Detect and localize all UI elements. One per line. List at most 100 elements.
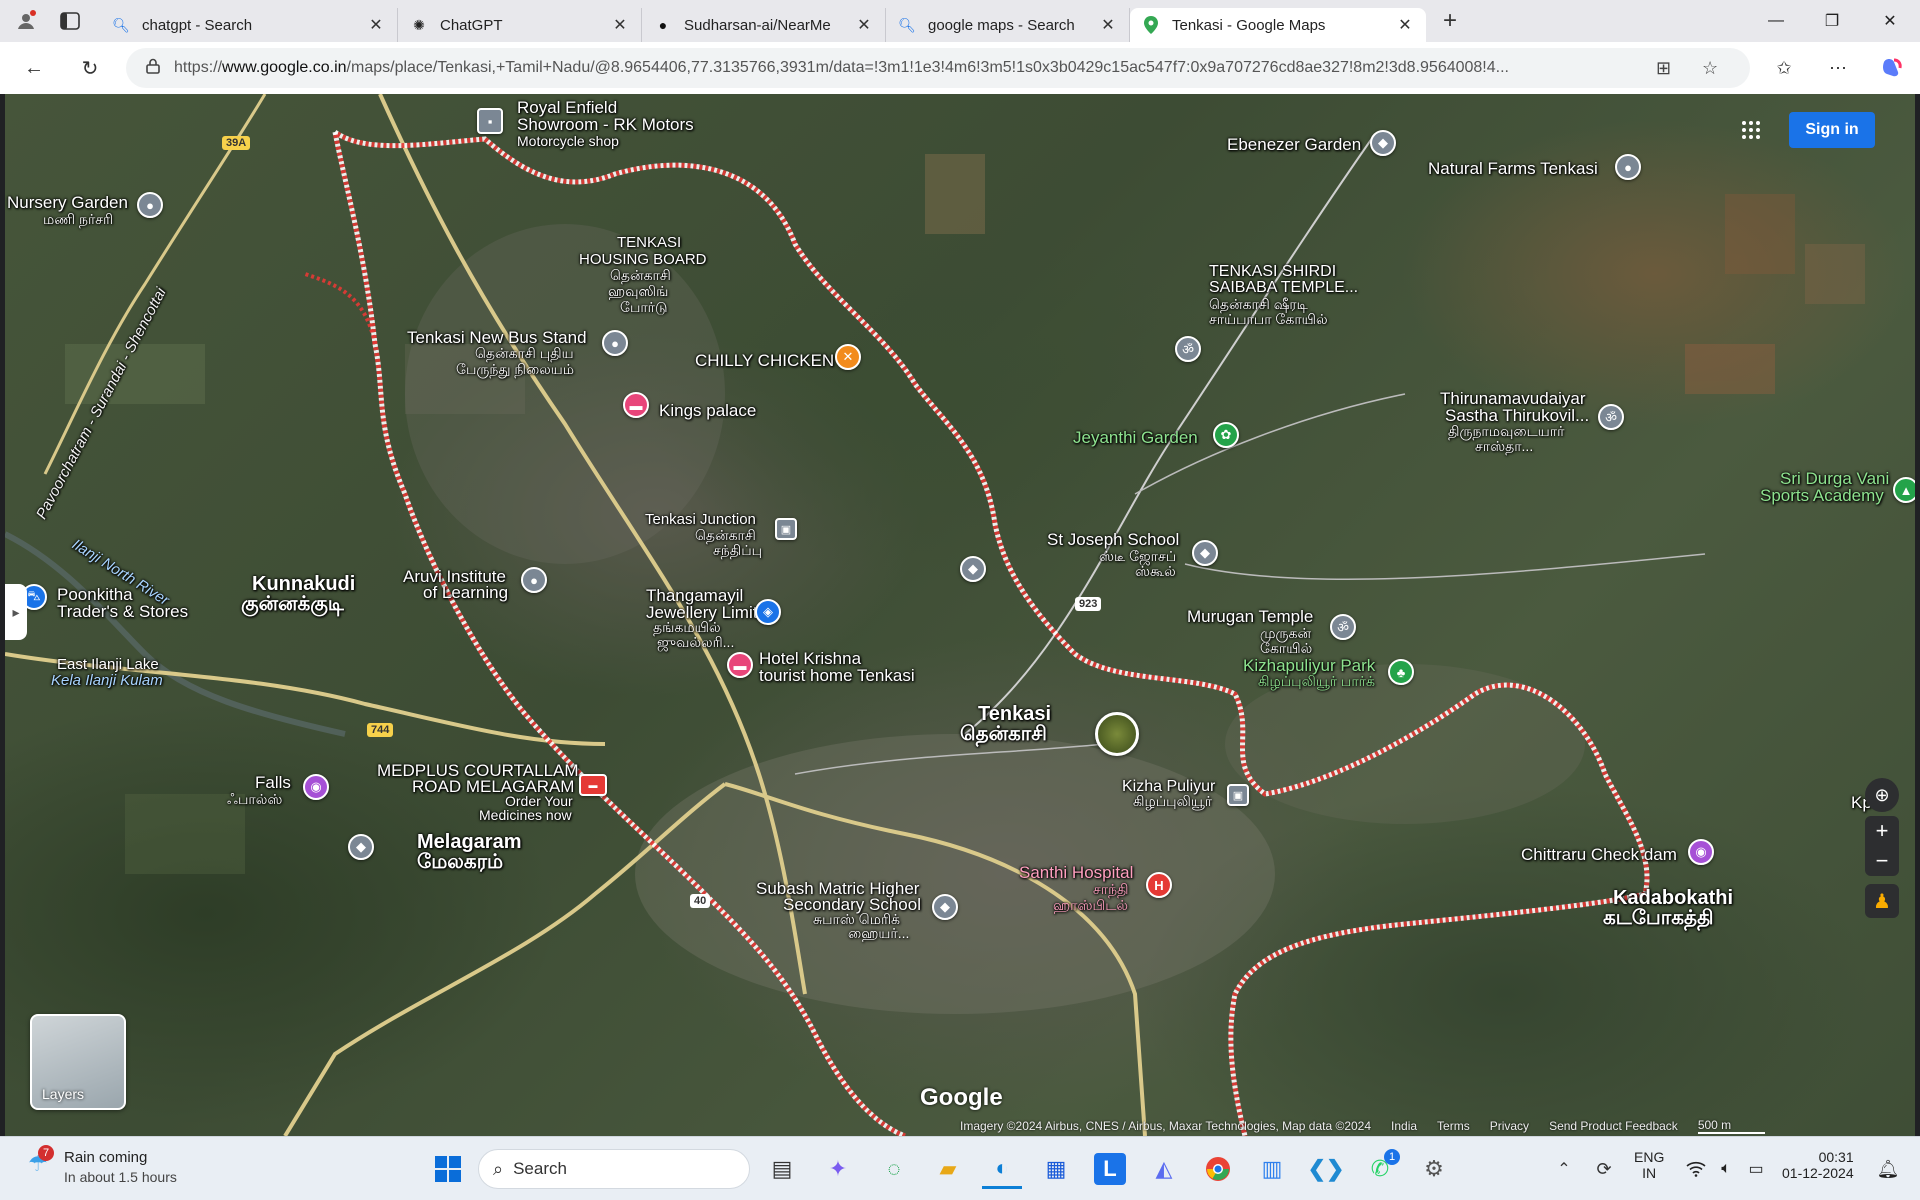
hospital-pin[interactable]: H xyxy=(1146,872,1172,898)
new-tab-button[interactable]: + xyxy=(1432,5,1468,37)
temple-pin[interactable]: ॐ xyxy=(1175,336,1201,362)
profile-icon[interactable] xyxy=(8,5,44,37)
place-label[interactable]: Chittraru Check dam xyxy=(1521,846,1677,863)
battery-icon[interactable]: ▭ xyxy=(1736,1149,1776,1189)
refresh-icon[interactable]: ↻ xyxy=(70,48,110,88)
close-tab-icon[interactable]: ✕ xyxy=(367,15,385,35)
place-label[interactable]: Falls xyxy=(255,774,291,791)
place-label[interactable]: St Joseph School xyxy=(1047,531,1179,548)
windows-start-icon[interactable] xyxy=(428,1149,468,1189)
apps-grid-icon[interactable] xyxy=(1737,116,1765,144)
school-pin[interactable]: ◆ xyxy=(1370,130,1396,156)
notifications-bell-icon[interactable]: 🔔︎ xyxy=(1868,1149,1908,1189)
place-label[interactable]: Tenkasi Junction xyxy=(645,512,756,527)
place-label[interactable]: Kizhapuliyur Park xyxy=(1243,657,1375,674)
place-label[interactable]: Kings palace xyxy=(659,402,756,419)
place-label[interactable]: Hotel Krishna xyxy=(759,650,861,667)
bus-stop-pin[interactable]: ▣ xyxy=(1227,784,1249,806)
close-tab-icon[interactable]: ✕ xyxy=(611,15,629,35)
file-explorer-icon[interactable]: ▰ xyxy=(928,1149,968,1189)
country-link[interactable]: India xyxy=(1391,1119,1417,1133)
place-label[interactable]: Tenkasi New Bus Stand xyxy=(407,329,587,346)
place-label[interactable]: Sri Durga Vani xyxy=(1780,470,1889,487)
address-bar[interactable]: https://www.google.co.in/maps/place/Tenk… xyxy=(126,48,1750,88)
park-pin[interactable]: ♣ xyxy=(1388,659,1414,685)
place-label[interactable]: Sastha Thirukovil... xyxy=(1445,407,1589,424)
place-pin[interactable]: ● xyxy=(521,567,547,593)
whatsapp-icon[interactable]: ✆ 1 xyxy=(1360,1149,1400,1189)
zoom-out-button[interactable]: − xyxy=(1865,846,1899,876)
school-pin[interactable]: ◆ xyxy=(932,894,958,920)
vscode-icon[interactable]: ❮❯ xyxy=(1306,1149,1346,1189)
tab-google-maps-search[interactable]: 🔍︎ google maps - Search ✕ xyxy=(886,8,1130,42)
privacy-link[interactable]: Privacy xyxy=(1490,1119,1529,1133)
place-label[interactable]: tourist home Tenkasi xyxy=(759,667,915,684)
edge-browser-icon[interactable]: ◐ xyxy=(982,1149,1022,1189)
layers-button[interactable]: Layers xyxy=(30,1014,126,1110)
place-pin[interactable]: ● xyxy=(1615,154,1641,180)
garden-pin[interactable]: ✿ xyxy=(1213,422,1239,448)
close-tab-icon[interactable]: ✕ xyxy=(1099,15,1117,35)
my-location-button[interactable]: ⊕ xyxy=(1865,778,1899,812)
copilot-taskbar-icon[interactable]: ✦ xyxy=(818,1149,858,1189)
chrome-icon[interactable] xyxy=(1198,1149,1238,1189)
hotel-pin[interactable]: ▬ xyxy=(623,392,649,418)
train-station-pin[interactable]: ▣ xyxy=(775,518,797,540)
place-label[interactable]: TENKASI SHIRDI xyxy=(1209,264,1336,280)
collapse-side-panel-button[interactable]: ▸ xyxy=(5,584,27,640)
feedback-link[interactable]: Send Product Feedback xyxy=(1549,1119,1678,1133)
tab-chatgpt-search[interactable]: 🔍︎ chatgpt - Search ✕ xyxy=(100,8,398,42)
apps-available-icon[interactable]: ⊞ xyxy=(1656,58,1671,79)
language-indicator[interactable]: ENG IN xyxy=(1634,1149,1664,1181)
jewellery-shop-pin[interactable]: ◈ xyxy=(755,599,781,625)
show-hidden-icons[interactable]: ⌃ xyxy=(1544,1149,1584,1189)
more-options-icon[interactable]: ⋯ xyxy=(1818,48,1858,88)
place-label[interactable]: Thangamayil xyxy=(646,587,743,604)
place-label[interactable]: Santhi Hospital xyxy=(1019,864,1133,881)
restore-icon[interactable]: ❐ xyxy=(1804,0,1860,42)
back-arrow-icon[interactable]: ← xyxy=(14,48,54,88)
favorite-star-icon[interactable]: ☆ xyxy=(1702,58,1718,79)
restaurant-pin[interactable]: ✕ xyxy=(835,344,861,370)
sync-icon[interactable]: ⟳ xyxy=(1584,1149,1624,1189)
place-label[interactable]: Murugan Temple xyxy=(1187,608,1313,625)
pharmacy-pin[interactable]: ▬ xyxy=(579,774,607,796)
tab-chatgpt[interactable]: ✺ ChatGPT ✕ xyxy=(398,8,642,42)
close-tab-icon[interactable]: ✕ xyxy=(1396,15,1414,35)
temple-pin[interactable]: ॐ xyxy=(1330,614,1356,640)
camera-pin[interactable]: ◉ xyxy=(303,774,329,800)
pegman-icon[interactable]: ♟ xyxy=(1865,884,1899,918)
bus-stand-pin[interactable]: ● xyxy=(602,330,628,356)
tab-tenkasi-maps[interactable]: Tenkasi - Google Maps ✕ xyxy=(1130,8,1426,42)
place-label[interactable]: Poonkitha xyxy=(57,586,133,603)
camera-pin[interactable]: ◉ xyxy=(1688,839,1714,865)
place-label[interactable]: Natural Farms Tenkasi xyxy=(1428,160,1598,177)
place-label[interactable]: Nursery Garden xyxy=(7,194,128,211)
place-label[interactable]: Showroom - RK Motors xyxy=(517,116,694,133)
minimize-icon[interactable]: — xyxy=(1748,0,1804,42)
tab-github[interactable]: ● Sudharsan-ai/NearMe ✕ xyxy=(642,8,886,42)
app-triangle-icon[interactable]: ◭ xyxy=(1144,1149,1184,1189)
scale-label[interactable]: 500 m xyxy=(1697,1118,1766,1134)
task-view-icon[interactable]: ▤ xyxy=(762,1149,802,1189)
clock[interactable]: 00:31 01-12-2024 xyxy=(1782,1149,1854,1181)
close-tab-icon[interactable]: ✕ xyxy=(855,15,873,35)
place-label[interactable]: CHILLY CHICKEN xyxy=(695,352,834,369)
favorites-icon[interactable]: ✩ xyxy=(1764,48,1804,88)
hotel-pin[interactable]: ▬ xyxy=(727,652,753,678)
school-pin[interactable]: ◆ xyxy=(348,834,374,860)
sports-pin[interactable]: ▲ xyxy=(1893,477,1915,503)
sign-in-button[interactable]: Sign in xyxy=(1789,112,1875,148)
temple-pin[interactable]: ॐ xyxy=(1598,404,1624,430)
place-label[interactable]: Ebenezer Garden xyxy=(1227,136,1361,153)
place-pin[interactable]: ● xyxy=(137,192,163,218)
place-label[interactable]: Thirunamavudaiyar xyxy=(1440,390,1586,407)
taskbar-search-box[interactable]: ⌕ Search xyxy=(478,1149,750,1189)
place-label[interactable]: Jeyanthi Garden xyxy=(1073,429,1198,446)
tab-actions-icon[interactable] xyxy=(52,5,88,37)
zoom-in-button[interactable]: + xyxy=(1865,816,1899,846)
school-pin[interactable]: ◆ xyxy=(960,556,986,582)
place-label[interactable]: Trader's & Stores xyxy=(57,603,188,620)
motorcycle-shop-pin[interactable]: ▪ xyxy=(477,108,503,134)
place-label[interactable]: Sports Academy xyxy=(1760,487,1884,504)
